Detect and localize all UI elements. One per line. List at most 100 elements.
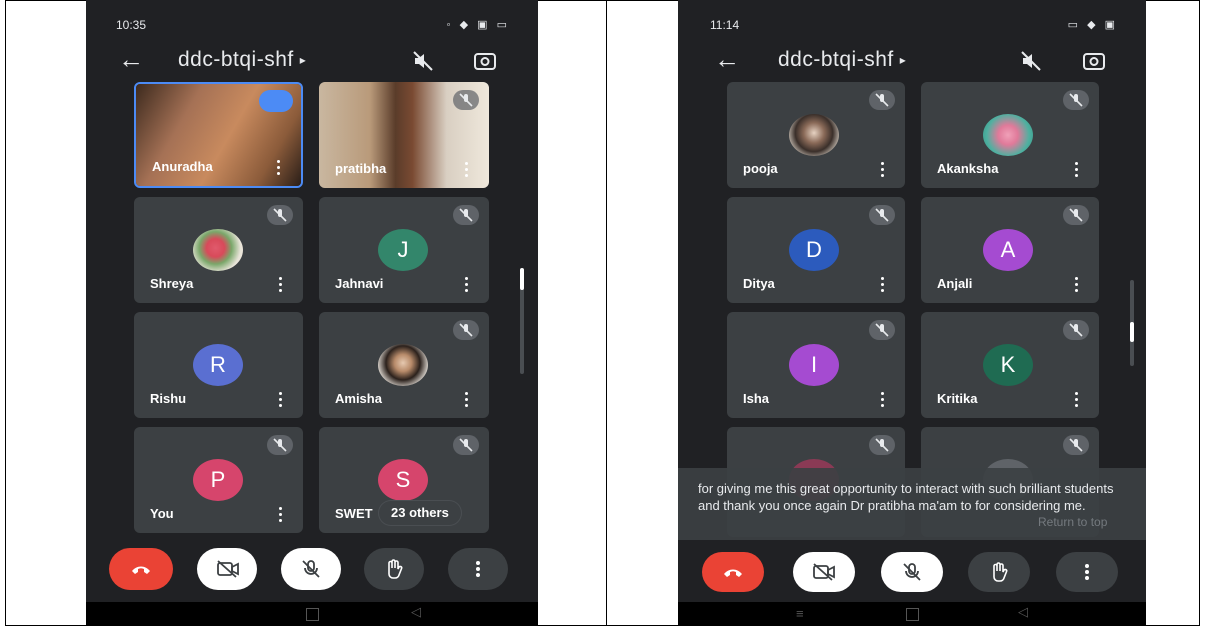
- more-vert-icon[interactable]: [277, 160, 281, 176]
- mic-off-icon: [869, 90, 895, 110]
- end-call-icon: [724, 569, 742, 577]
- more-vert-icon[interactable]: [1075, 392, 1079, 408]
- initial-avatar: P: [193, 459, 243, 501]
- mic-off-icon: [267, 205, 293, 225]
- back-nav-icon[interactable]: ◁: [1018, 604, 1028, 620]
- more-options-button[interactable]: [1056, 552, 1118, 592]
- participant-name: You: [150, 506, 174, 521]
- meeting-title[interactable]: ddc-btqi-shf ▸: [178, 48, 306, 72]
- back-nav-icon[interactable]: ◁: [411, 604, 421, 620]
- more-vert-icon[interactable]: [465, 392, 469, 408]
- mic-off-icon: [903, 563, 921, 581]
- participant-tile-anuradha[interactable]: Anuradha: [134, 82, 303, 188]
- mic-off-icon: [1063, 90, 1089, 110]
- participant-tile-jahnavi[interactable]: J Jahnavi: [319, 197, 489, 303]
- raise-hand-icon: [993, 562, 1008, 582]
- caption-overlay: for giving me this great opportunity to …: [678, 468, 1146, 540]
- menu-nav-icon[interactable]: ≡: [796, 606, 804, 621]
- participant-name: Ditya: [743, 276, 775, 291]
- mic-off-icon: [267, 435, 293, 455]
- raise-hand-icon: [388, 559, 403, 579]
- participant-name: Shreya: [150, 276, 194, 291]
- profile-photo-avatar: [193, 229, 243, 271]
- participant-tile-pooja[interactable]: pooja: [727, 82, 905, 188]
- participant-name: Kritika: [937, 391, 978, 406]
- participant-tile-ditya[interactable]: D Ditya: [727, 197, 905, 303]
- mic-off-icon: [453, 90, 479, 110]
- home-nav-icon[interactable]: [306, 608, 319, 621]
- participant-tile-akanksha[interactable]: Akanksha: [921, 82, 1099, 188]
- participant-tile-swet[interactable]: S SWET 23 others: [319, 427, 489, 533]
- initial-avatar: J: [378, 229, 428, 271]
- participant-tile-you[interactable]: P You: [134, 427, 303, 533]
- participant-tile-pratibha[interactable]: pratibha: [319, 82, 489, 188]
- participant-name: Amisha: [335, 391, 382, 406]
- left-phone-screen: 10:35 ◦ ◆ ▣ ▭ ← ddc-btqi-shf ▸ Anuradha p…: [86, 0, 538, 626]
- mic-off-icon: [869, 205, 895, 225]
- return-to-top-link[interactable]: Return to top: [1038, 514, 1107, 531]
- profile-photo-avatar: [378, 344, 428, 386]
- mic-off-icon: [453, 205, 479, 225]
- scroll-thumb[interactable]: [520, 268, 524, 290]
- raise-hand-button[interactable]: [968, 552, 1030, 592]
- more-vert-icon[interactable]: [1075, 162, 1079, 178]
- participant-tile-isha[interactable]: I Isha: [727, 312, 905, 418]
- more-vert-icon: [1085, 564, 1089, 580]
- camera-off-icon: [217, 560, 239, 578]
- participant-name: Rishu: [150, 391, 187, 406]
- mic-toggle-button[interactable]: [281, 548, 341, 590]
- back-arrow-icon[interactable]: ←: [118, 46, 144, 72]
- more-vert-icon[interactable]: [465, 162, 469, 178]
- meeting-top-bar: ← ddc-btqi-shf ▸: [678, 42, 1146, 78]
- camera-toggle-button[interactable]: [793, 552, 855, 592]
- mic-toggle-button[interactable]: [881, 552, 943, 592]
- switch-camera-icon[interactable]: [473, 50, 497, 72]
- participant-tile-shreya[interactable]: Shreya: [134, 197, 303, 303]
- participant-name: Anuradha: [152, 159, 213, 174]
- scroll-thumb[interactable]: [1130, 322, 1134, 342]
- participant-tile-amisha[interactable]: Amisha: [319, 312, 489, 418]
- system-nav-bar: ◁: [86, 602, 538, 626]
- speaker-off-icon[interactable]: [1020, 50, 1042, 72]
- participant-tile-anjali[interactable]: A Anjali: [921, 197, 1099, 303]
- right-phone-screen: 11:14 ▭ ◆ ▣ ← ddc-btqi-shf ▸ pooja Akanks…: [678, 0, 1146, 626]
- end-call-button[interactable]: [109, 548, 173, 590]
- initial-avatar: A: [983, 229, 1033, 271]
- more-vert-icon: [476, 561, 480, 577]
- system-nav-bar: ≡ ◁: [678, 602, 1146, 626]
- raise-hand-button[interactable]: [364, 548, 424, 590]
- more-vert-icon[interactable]: [279, 392, 283, 408]
- more-vert-icon[interactable]: [1075, 277, 1079, 293]
- meeting-top-bar: ← ddc-btqi-shf ▸: [86, 42, 538, 78]
- more-vert-icon[interactable]: [279, 277, 283, 293]
- meeting-title[interactable]: ddc-btqi-shf ▸: [778, 48, 906, 72]
- end-call-button[interactable]: [702, 552, 764, 592]
- status-bar: 11:14 ▭ ◆ ▣: [678, 14, 1146, 34]
- more-vert-icon[interactable]: [465, 277, 469, 293]
- profile-photo-avatar: [983, 114, 1033, 156]
- caption-text: for giving me this great opportunity to …: [698, 481, 1114, 513]
- more-vert-icon[interactable]: [881, 277, 885, 293]
- participant-name: pooja: [743, 161, 778, 176]
- initial-avatar: K: [983, 344, 1033, 386]
- participant-name: pratibha: [335, 161, 387, 176]
- mic-off-icon: [1063, 435, 1089, 455]
- initial-avatar: I: [789, 344, 839, 386]
- home-nav-icon[interactable]: [906, 608, 919, 621]
- participant-tile-rishu[interactable]: R Rishu: [134, 312, 303, 418]
- back-arrow-icon[interactable]: ←: [714, 46, 740, 72]
- others-chip[interactable]: 23 others: [379, 501, 461, 525]
- participant-name: Jahnavi: [335, 276, 384, 291]
- more-options-button[interactable]: [448, 548, 508, 590]
- mic-off-icon: [453, 435, 479, 455]
- mic-off-icon: [453, 320, 479, 340]
- mic-off-icon: [302, 560, 320, 578]
- speaker-off-icon[interactable]: [412, 50, 434, 72]
- initial-avatar: S: [378, 459, 428, 501]
- participant-tile-kritika[interactable]: K Kritika: [921, 312, 1099, 418]
- more-vert-icon[interactable]: [881, 392, 885, 408]
- more-vert-icon[interactable]: [279, 507, 283, 523]
- camera-toggle-button[interactable]: [197, 548, 257, 590]
- switch-camera-icon[interactable]: [1082, 50, 1106, 72]
- more-vert-icon[interactable]: [881, 162, 885, 178]
